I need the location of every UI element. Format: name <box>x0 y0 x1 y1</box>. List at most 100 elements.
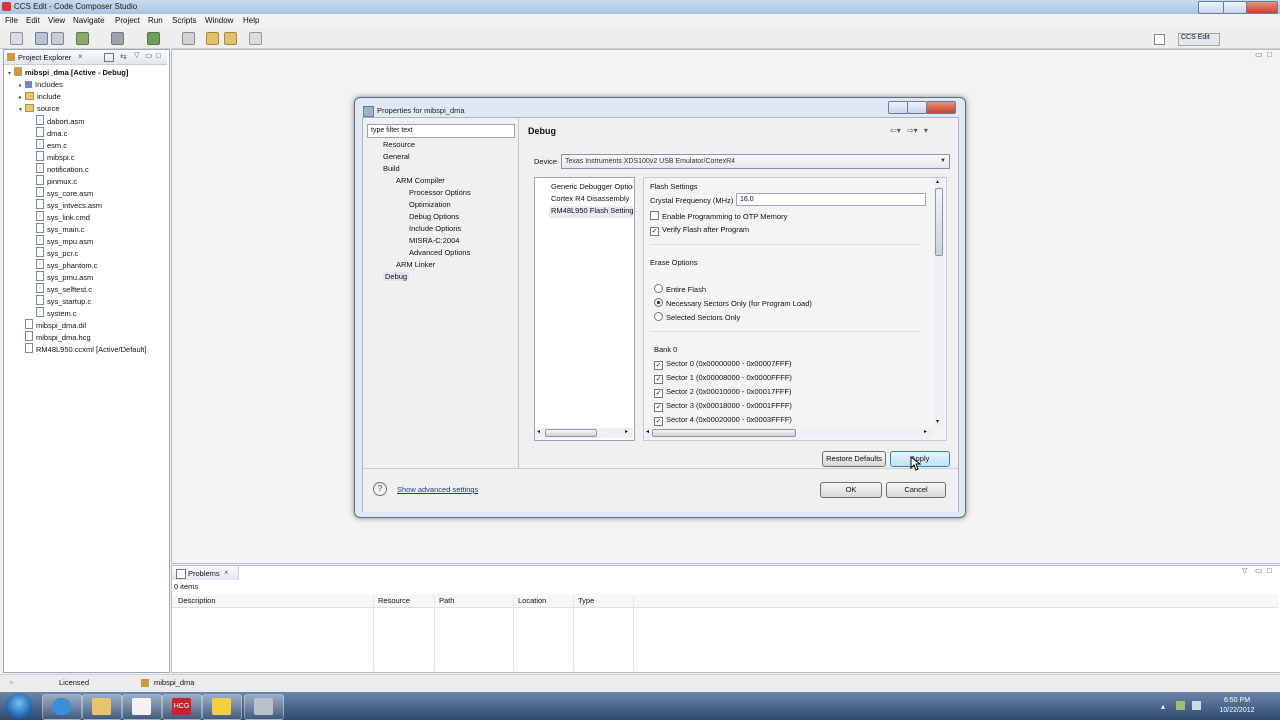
tree-item[interactable]: esm.c <box>30 139 67 151</box>
minimize-problems-icon[interactable]: ▭ <box>1255 566 1263 575</box>
nav-item[interactable]: Advanced Options <box>409 248 470 257</box>
sector-checkbox[interactable]: ✓ <box>654 417 663 426</box>
settings-vscrollbar[interactable]: ▴ ▾ <box>934 178 944 428</box>
menu-window[interactable]: Window <box>205 16 233 25</box>
nav-item[interactable]: Optimization <box>409 200 451 209</box>
tree-item[interactable]: sys_intvecs.asm <box>30 199 102 211</box>
new-icon[interactable] <box>10 32 23 45</box>
scroll-left-icon[interactable]: ◂ <box>646 428 649 435</box>
tree-item[interactable]: system.c <box>30 307 77 319</box>
tree-item[interactable]: ▾ source <box>19 103 60 115</box>
taskbar-explorer[interactable] <box>82 694 122 720</box>
minimize-button[interactable] <box>1198 1 1224 14</box>
config-flash-settings[interactable]: RM48L950 Flash Settings <box>551 206 633 215</box>
tree-item[interactable]: sys_selftest.c <box>30 283 92 295</box>
config-hscroll-thumb[interactable] <box>545 429 597 437</box>
maximize-view-icon[interactable]: □ <box>156 51 161 60</box>
sector-option[interactable]: ✓ Sector 4 (0x00020000 - 0x0003FFFF) <box>654 415 792 426</box>
nav-item[interactable]: Include Options <box>409 224 461 233</box>
column-resource[interactable]: Resource <box>378 596 410 605</box>
collapse-all-icon[interactable] <box>104 53 114 62</box>
sector-option[interactable]: ✓ Sector 0 (0x00000000 - 0x00007FFF) <box>654 359 792 370</box>
menu-help[interactable]: Help <box>243 16 259 25</box>
settings-hscrollbar[interactable]: ◂ ▸ <box>644 428 934 438</box>
filter-input[interactable]: type filter text <box>367 124 515 138</box>
nav-item[interactable]: MISRA-C:2004 <box>409 236 459 245</box>
maximize-button[interactable] <box>1223 1 1247 14</box>
sector-option[interactable]: ✓ Sector 1 (0x00008000 - 0x0000FFFF) <box>654 373 792 384</box>
menu-view[interactable]: View <box>48 16 65 25</box>
tree-item[interactable]: sys_pmu.asm <box>30 271 93 283</box>
close-tab-icon[interactable]: × <box>78 52 83 61</box>
menu-edit[interactable]: Edit <box>26 16 40 25</box>
close-window-button[interactable] <box>1246 1 1278 14</box>
tree-item[interactable]: sys_core.asm <box>30 187 93 199</box>
restore-defaults-button[interactable]: Restore Defaults <box>822 451 886 467</box>
taskbar-hcg[interactable]: HCG <box>162 694 202 720</box>
nav-item[interactable]: Resource <box>383 140 415 149</box>
problems-view-menu-icon[interactable]: ▽ <box>1242 567 1247 575</box>
menu-navigate[interactable]: Navigate <box>73 16 105 25</box>
tree-item[interactable]: sys_pcr.c <box>30 247 78 259</box>
dialog-close-button[interactable] <box>926 101 956 114</box>
nav-item[interactable]: ARM Compiler <box>396 176 445 185</box>
save-icon[interactable] <box>35 32 48 45</box>
scroll-up-icon[interactable]: ▴ <box>936 178 939 185</box>
taskbar-ccs[interactable] <box>202 694 242 720</box>
dialog-maximize-button[interactable] <box>907 101 927 114</box>
menu-run[interactable]: Run <box>148 16 163 25</box>
show-advanced-settings-link[interactable]: Show advanced settings <box>397 485 478 494</box>
tray-icon[interactable] <box>1176 701 1185 710</box>
perspective-ccs-edit[interactable]: CCS Edit <box>1178 33 1220 46</box>
tray-arrow-icon[interactable]: ▴ <box>1161 702 1165 711</box>
back-arrow-icon[interactable]: ⇦ <box>890 126 897 135</box>
tree-item[interactable]: pinmux.c <box>30 175 77 187</box>
view-menu-icon[interactable]: ▾ <box>924 126 928 135</box>
sector-option[interactable]: ✓ Sector 3 (0x00018000 - 0x0001FFFF) <box>654 401 792 412</box>
maximize-problems-icon[interactable]: □ <box>1267 566 1272 575</box>
forward-arrow-icon[interactable]: ⇨ <box>907 126 914 135</box>
close-problems-icon[interactable]: × <box>224 568 229 577</box>
tree-item[interactable]: sys_main.c <box>30 223 85 235</box>
project-explorer-tab[interactable]: Project Explorer × ⇆ ▽ ▭ □ <box>4 50 167 65</box>
navigate-forward-icon[interactable] <box>249 32 262 45</box>
link-editor-icon[interactable]: ⇆ <box>120 52 127 61</box>
scroll-right-icon[interactable]: ▸ <box>625 428 628 435</box>
sector-option[interactable]: ✓ Sector 2 (0x00010000 - 0x00017FFF) <box>654 387 792 398</box>
nav-item[interactable]: ARM Linker <box>396 260 435 269</box>
nav-item[interactable]: General <box>383 152 410 161</box>
fast-view-icon[interactable]: ▫ <box>10 678 13 687</box>
tree-item[interactable]: mibspi_dma.dil <box>19 319 86 331</box>
sector-checkbox[interactable]: ✓ <box>654 403 663 412</box>
build-icon[interactable] <box>76 32 89 45</box>
navigate-back-icon[interactable] <box>224 32 237 45</box>
cancel-button[interactable]: Cancel <box>886 482 946 498</box>
scroll-down-icon[interactable]: ▾ <box>936 418 939 425</box>
tree-item[interactable]: sys_phantom.c <box>30 259 97 271</box>
menu-project[interactable]: Project <box>115 16 140 25</box>
nav-item[interactable]: Build <box>383 164 400 173</box>
tree-item[interactable]: ▸ Includes <box>19 79 63 91</box>
nav-item[interactable]: Debug Options <box>409 212 459 221</box>
taskbar-app[interactable] <box>244 694 284 720</box>
maximize-editor-icon[interactable]: □ <box>1267 50 1272 59</box>
back-icon[interactable] <box>206 32 219 45</box>
tree-item[interactable]: dabort.asm <box>30 115 85 127</box>
column-type[interactable]: Type <box>578 596 594 605</box>
help-icon[interactable]: ? <box>373 482 387 496</box>
sector-checkbox[interactable]: ✓ <box>654 361 663 370</box>
tree-item[interactable]: mibspi.c <box>30 151 75 163</box>
menu-file[interactable]: File <box>5 16 18 25</box>
toggle-icon[interactable] <box>182 32 195 45</box>
sector-checkbox[interactable]: ✓ <box>654 375 663 384</box>
sector-checkbox[interactable]: ✓ <box>654 389 663 398</box>
minimize-view-icon[interactable]: ▭ <box>145 51 153 60</box>
column-location[interactable]: Location <box>518 596 546 605</box>
scroll-right-icon[interactable]: ▸ <box>924 428 927 435</box>
network-icon[interactable] <box>1192 701 1201 710</box>
tree-item[interactable]: RM48L950.ccxml [Active/Default] <box>19 343 146 355</box>
nav-item[interactable]: Processor Options <box>409 188 471 197</box>
debug-icon[interactable] <box>147 32 160 45</box>
settings-vscroll-thumb[interactable] <box>935 188 943 256</box>
tree-item[interactable]: dma.c <box>30 127 67 139</box>
